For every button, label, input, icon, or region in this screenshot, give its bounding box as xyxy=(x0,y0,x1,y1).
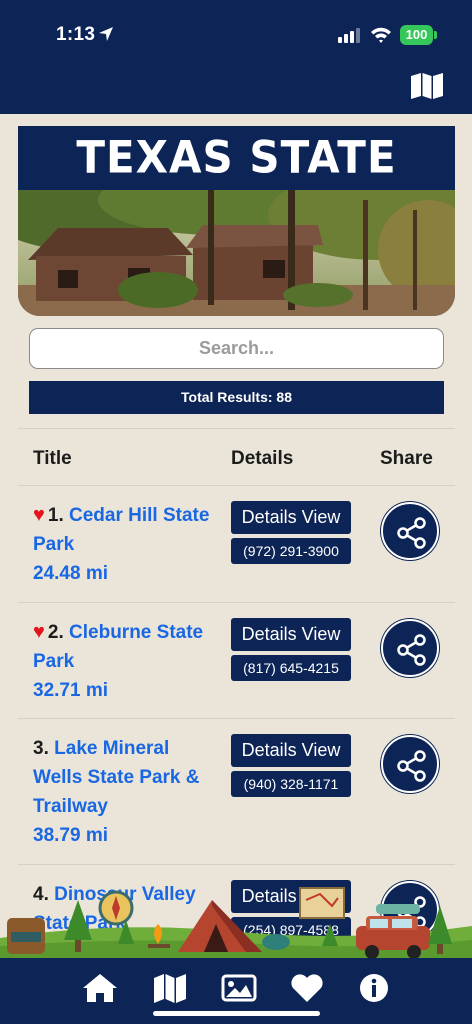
cellular-signal-icon xyxy=(338,28,360,43)
wifi-icon xyxy=(371,27,391,43)
park-distance: 24.48 mi xyxy=(33,563,108,584)
column-title: Title xyxy=(33,448,72,469)
park-number: 2. xyxy=(47,622,64,643)
info-icon[interactable] xyxy=(356,972,392,1004)
park-number: 3. xyxy=(33,738,49,759)
park-title: ♥ 1. Cedar Hill State Park 24.48 mi xyxy=(33,501,218,588)
heart-icon[interactable]: ♥ xyxy=(33,621,45,643)
home-indicator xyxy=(153,1011,320,1016)
column-details: Details xyxy=(231,448,294,469)
table-header: Title Details Share xyxy=(18,428,455,486)
details-view-button[interactable]: Details View xyxy=(231,618,351,651)
table-row: 4. Dinosaur Valley State Park Details Vi… xyxy=(18,865,455,965)
details-view-button[interactable]: Details View xyxy=(231,501,351,534)
header-bar: 1:13 100 xyxy=(0,0,472,114)
phone-button[interactable]: (972) 291-3900 xyxy=(231,538,351,564)
table-row: ♥ 1. Cedar Hill State Park 24.48 mi Detai… xyxy=(18,486,455,603)
share-button[interactable] xyxy=(381,619,439,677)
phone-button[interactable]: (254) 897-4588 xyxy=(231,917,351,943)
phone-button[interactable]: (940) 328-1171 xyxy=(231,771,351,797)
share-button[interactable] xyxy=(381,502,439,560)
park-number: 1. xyxy=(47,505,64,526)
details-view-button[interactable]: Details View xyxy=(231,880,351,913)
details-view-button[interactable]: Details View xyxy=(231,734,351,767)
share-button[interactable] xyxy=(381,881,439,939)
share-button[interactable] xyxy=(381,735,439,793)
park-distance: 32.71 mi xyxy=(33,680,108,701)
battery-indicator: 100 xyxy=(400,25,433,45)
map-icon[interactable] xyxy=(410,72,444,100)
search-input[interactable] xyxy=(29,328,444,369)
heart-icon[interactable] xyxy=(289,972,325,1004)
share-icon xyxy=(397,517,426,549)
table-row: 3. Lake Mineral Wells State Park & Trail… xyxy=(18,719,455,865)
table-row: ♥ 2. Cleburne State Park 32.71 mi Details… xyxy=(18,603,455,719)
battery-nub xyxy=(434,31,437,39)
park-title: 4. Dinosaur Valley State Park xyxy=(33,880,218,938)
location-arrow-icon xyxy=(99,27,113,41)
park-cabin-image xyxy=(18,190,455,316)
phone-button[interactable]: (817) 645-4215 xyxy=(231,655,351,681)
share-icon xyxy=(397,750,426,782)
total-results-bar: Total Results: 88 xyxy=(29,381,444,414)
park-title: ♥ 2. Cleburne State Park 32.71 mi xyxy=(33,618,218,705)
banner-title: TEXAS STATE PARKS xyxy=(18,126,455,250)
status-time: 1:13 xyxy=(56,24,96,45)
park-title: 3. Lake Mineral Wells State Park & Trail… xyxy=(33,734,218,850)
banner: TEXAS STATE PARKS xyxy=(18,126,455,316)
map-icon[interactable] xyxy=(152,972,188,1004)
column-share: Share xyxy=(380,448,433,469)
parks-table: Title Details Share ♥ 1. Cedar Hill State… xyxy=(18,428,455,965)
park-number: 4. xyxy=(33,884,49,905)
image-icon[interactable] xyxy=(221,972,257,1004)
heart-icon[interactable]: ♥ xyxy=(33,504,45,526)
home-icon[interactable] xyxy=(82,972,118,1004)
share-icon xyxy=(397,896,426,928)
park-name-link[interactable]: Lake Mineral Wells State Park & Trailway xyxy=(33,738,200,817)
share-icon xyxy=(397,634,426,666)
park-distance: 38.79 mi xyxy=(33,825,108,846)
park-name-link[interactable]: Dinosaur Valley State Park xyxy=(33,884,196,934)
